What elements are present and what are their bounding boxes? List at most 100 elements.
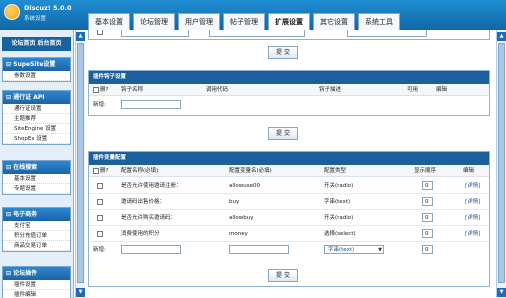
- scroll-up-arrow-icon[interactable]: ▲: [497, 32, 506, 41]
- menu-item[interactable]: 商品交易订单: [3, 241, 70, 251]
- scroll-down-arrow-icon[interactable]: ▼: [497, 288, 506, 297]
- new-config-type-select[interactable]: 字串(text) ▼: [324, 245, 384, 254]
- table-row: 新增:: [89, 97, 489, 113]
- detail-link[interactable]: [详情]: [465, 210, 480, 226]
- tab-posts[interactable]: 帖子管理: [223, 13, 265, 30]
- table-row: 消费使用的积分 money 选择(select) 0 [详情]: [89, 226, 489, 242]
- table-header: 删? 配置名称(必填) 配置变量名(必填) 配置类型 显示顺序 编辑: [89, 165, 489, 177]
- menu-search: ⊟ 在线搜索 基本设置 专题设置: [2, 160, 71, 195]
- select-all-checkbox[interactable]: [93, 168, 99, 174]
- display-order-input[interactable]: 0: [422, 181, 433, 190]
- menu-item[interactable]: 插件编辑: [3, 290, 70, 298]
- scroll-up-arrow-icon[interactable]: ▲: [76, 32, 85, 41]
- section-title: 插件钩子设置: [89, 71, 489, 84]
- config-name: 消费使用的积分: [121, 231, 160, 237]
- scroll-thumb[interactable]: [77, 43, 84, 283]
- submit-button[interactable]: 提 交: [268, 127, 298, 140]
- menu-item[interactable]: 专题设置: [3, 184, 70, 194]
- col-edit: 编辑: [436, 87, 448, 93]
- config-variable: money: [229, 231, 248, 237]
- scroll-thumb[interactable]: [498, 43, 505, 283]
- menu-header[interactable]: ⊟ 电子商务: [3, 208, 70, 221]
- menu-item[interactable]: 插件设置: [3, 280, 70, 290]
- chevron-down-icon: ▼: [378, 247, 382, 253]
- menu-ecommerce: ⊟ 电子商务 支付宝 积分充值订单 商品交易订单: [2, 207, 71, 252]
- menu-item[interactable]: 基本设置: [3, 174, 70, 184]
- table-row: 邀请码出售价格： buy 字串(text) 0 [详情]: [89, 194, 489, 210]
- new-hook-name-input[interactable]: [121, 100, 181, 109]
- menu-item[interactable]: SiteEngine 设置: [3, 124, 70, 134]
- col-hook-desc: 钩子描述: [319, 87, 342, 93]
- table-row: 是否允许购买邀请码： allowbuy 开关(radio) 0 [详情]: [89, 210, 489, 226]
- menu-header[interactable]: ⊟ SupeSite设置: [3, 58, 70, 71]
- previous-table-fragment: [88, 30, 490, 40]
- main-content: 提 交 插件钩子设置 删? 钩子名称 调用代码 钩子描述 可用 编辑 新增: 提…: [85, 30, 496, 298]
- config-name: 是否允许购买邀请码：: [121, 215, 177, 221]
- menu-item[interactable]: 积分充值订单: [3, 231, 70, 241]
- new-config-name-input[interactable]: [121, 245, 181, 254]
- delete-checkbox[interactable]: [97, 231, 103, 237]
- col-config-var: 配置变量名(必填): [229, 168, 272, 174]
- plugin-hooks-table: 插件钩子设置 删? 钩子名称 调用代码 钩子描述 可用 编辑 新增:: [88, 70, 490, 116]
- app-subtitle: 系统设置: [24, 16, 47, 22]
- plugin-variables-table: 插件变量配置 删? 配置名称(必填) 配置变量名(必填) 配置类型 显示顺序 编…: [88, 151, 490, 287]
- menu-passport: ⊟ 通行证 API 通行证设置 主题推荐 SiteEngine 设置 ShopE…: [2, 90, 71, 145]
- tab-users[interactable]: 用户管理: [178, 13, 220, 30]
- config-type: 开关(radio): [324, 215, 354, 221]
- col-call-code: 调用代码: [206, 87, 229, 93]
- menu-item[interactable]: 参数设置: [3, 71, 70, 81]
- detail-link[interactable]: [详情]: [465, 226, 480, 242]
- config-type: 选择(select): [324, 231, 356, 237]
- display-order-input[interactable]: 0: [422, 229, 433, 238]
- submit-button[interactable]: 提 交: [268, 46, 298, 59]
- tab-forum[interactable]: 论坛管理: [133, 13, 175, 30]
- col-enabled: 可用: [407, 87, 419, 93]
- select-all-checkbox[interactable]: [93, 87, 99, 93]
- detail-link[interactable]: [详情]: [465, 194, 480, 210]
- col-config-type: 配置类型: [324, 168, 347, 174]
- sidebar: 论坛首页 后台首页 ⊟ SupeSite设置 参数设置 ⊟ 通行证 API 通行…: [0, 30, 74, 298]
- new-display-order-input[interactable]: 0: [422, 245, 433, 254]
- menu-header[interactable]: ⊟ 在线搜索: [3, 161, 70, 174]
- tab-basic[interactable]: 基本设置: [88, 13, 130, 30]
- display-order-input[interactable]: 0: [422, 213, 433, 222]
- tab-extensions[interactable]: 扩展设置: [268, 13, 310, 30]
- menu-item[interactable]: 支付宝: [3, 221, 70, 231]
- col-delete: 删?: [100, 87, 109, 93]
- delete-checkbox[interactable]: [97, 183, 103, 189]
- config-name: 邀请码出售价格：: [121, 199, 166, 205]
- display-order-input[interactable]: 0: [422, 197, 433, 206]
- config-name: 是否允许使用邀请注册：: [121, 183, 182, 189]
- tab-other[interactable]: 其它设置: [313, 13, 355, 30]
- config-variable: buy: [229, 199, 240, 205]
- delete-checkbox[interactable]: [97, 199, 103, 205]
- config-type: 开关(radio): [324, 183, 354, 189]
- new-config-var-input[interactable]: [229, 245, 289, 254]
- text-input[interactable]: [209, 30, 305, 37]
- detail-link[interactable]: [详情]: [465, 178, 480, 194]
- col-display-order: 显示顺序: [414, 168, 437, 174]
- menu-header[interactable]: ⊟ 通行证 API: [3, 91, 70, 104]
- menu-item[interactable]: 主题推荐: [3, 114, 70, 124]
- scroll-down-arrow-icon[interactable]: ▼: [76, 288, 85, 297]
- menu-item[interactable]: 通行证设置: [3, 104, 70, 114]
- delete-checkbox[interactable]: [97, 30, 103, 35]
- submit-button[interactable]: 提 交: [268, 269, 298, 282]
- text-input[interactable]: [347, 30, 427, 37]
- delete-checkbox[interactable]: [97, 215, 103, 221]
- menu-header[interactable]: ⊟ 论坛插件: [3, 267, 70, 280]
- table-row: 新增: 字串(text) ▼ 0: [89, 242, 489, 258]
- tab-tools[interactable]: 系统工具: [358, 13, 400, 30]
- table-row: 是否允许使用邀请注册： allowuse00 开关(radio) 0 [详情]: [89, 178, 489, 194]
- col-hook-name: 钩子名称: [121, 87, 144, 93]
- menu-plugins: ⊟ 论坛插件 插件设置 插件编辑: [2, 266, 71, 298]
- menu-item[interactable]: ShopEx 设置: [3, 134, 70, 144]
- main-scrollbar[interactable]: ▲ ▼: [496, 30, 506, 298]
- config-variable: allowuse00: [229, 183, 261, 189]
- config-variable: allowbuy: [229, 215, 254, 221]
- text-input[interactable]: [121, 30, 189, 37]
- sidebar-home-links[interactable]: 论坛首页 后台首页: [2, 37, 71, 51]
- sidebar-scrollbar[interactable]: ▲ ▼: [75, 30, 85, 298]
- config-type: 字串(text): [324, 199, 351, 205]
- top-header: Discuz! 5.0.0 系统设置 基本设置 论坛管理 用户管理 帖子管理 扩…: [0, 0, 506, 30]
